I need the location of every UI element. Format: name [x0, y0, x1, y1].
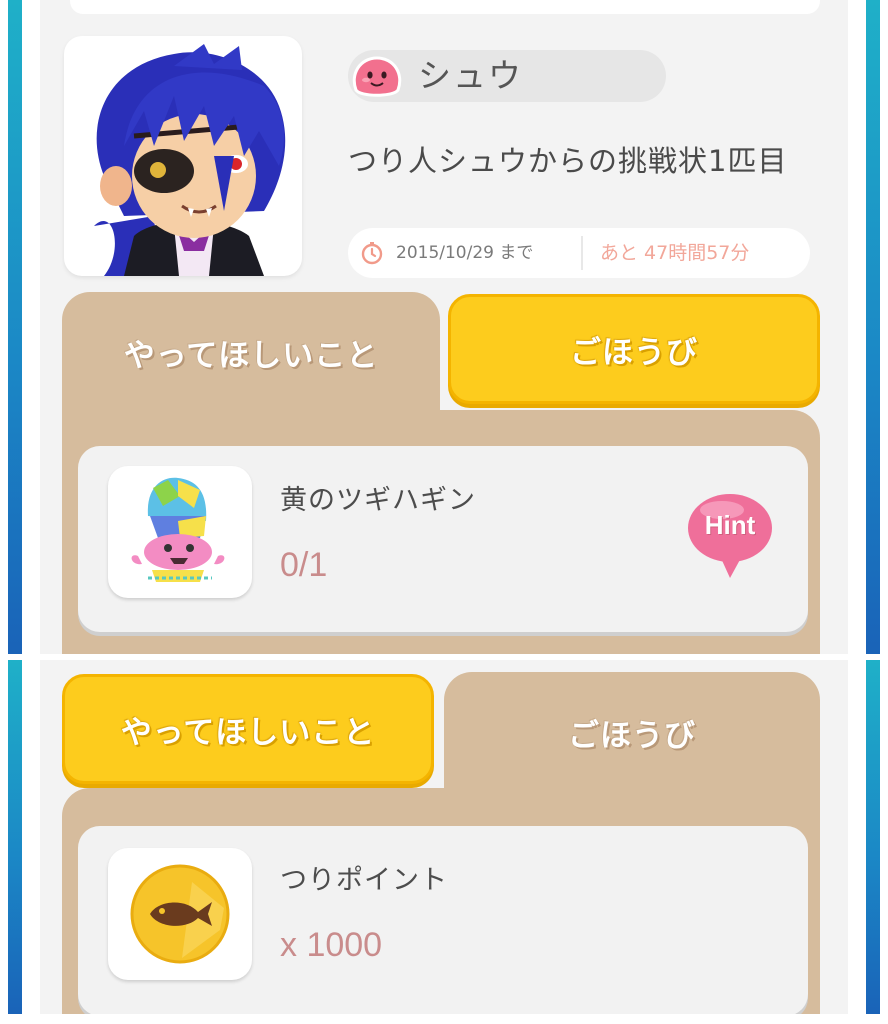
right-edge-bar [866, 660, 880, 1014]
clock-icon [360, 241, 384, 265]
left-edge-bar [8, 0, 22, 654]
tab-reward[interactable]: ごほうび [444, 676, 820, 788]
character-illustration [94, 44, 286, 276]
character-portrait [64, 36, 302, 276]
task-item-progress: 0/1 [280, 546, 328, 584]
tab-reward[interactable]: ごほうび [448, 294, 820, 404]
task-item-name: 黄のツギハギン [280, 485, 476, 516]
challenge-screen-tasks: シュウ つり人シュウからの挑戦状1匹目 2015/10/29 まで あと 47時… [0, 0, 888, 654]
challenge-title: つり人シュウからの挑戦状1匹目 [348, 144, 788, 178]
slime-icon [348, 50, 406, 102]
tab-tasks[interactable]: やってほしいこと [62, 674, 434, 784]
hint-label: Hint [704, 510, 756, 540]
time-remaining: あと 47時間57分 [600, 242, 750, 264]
right-edge-bar [866, 0, 880, 654]
task-item-thumbnail [108, 466, 252, 598]
reward-item-name: つりポイント [280, 865, 448, 896]
reward-item-amount: x 1000 [280, 926, 383, 964]
top-strip [70, 0, 820, 14]
tab-tasks[interactable]: やってほしいこと [62, 296, 440, 408]
character-name: シュウ [418, 56, 523, 95]
deadline-date: 2015/10/29 まで [396, 243, 534, 263]
challenge-screen-reward: やってほしいこと ごほうび つりポイント x 1000 [0, 660, 888, 1014]
left-edge-bar [8, 660, 22, 1014]
hint-button[interactable]: Hint [686, 490, 778, 582]
pill-divider [581, 236, 583, 270]
fish-coin-icon [130, 864, 230, 964]
reward-item-thumbnail [108, 848, 252, 980]
patchwork-monster-icon [131, 477, 225, 582]
